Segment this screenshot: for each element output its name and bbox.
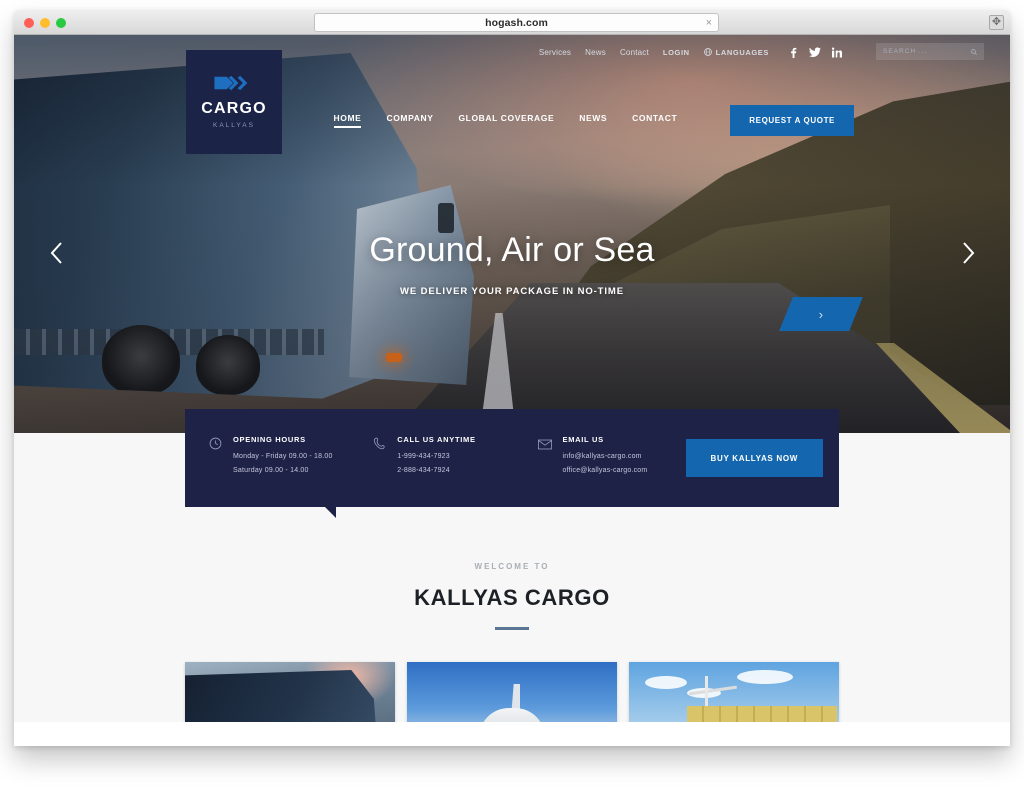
title-divider xyxy=(495,627,529,630)
chevron-right-icon: › xyxy=(818,306,824,322)
info-line-phone-1[interactable]: 1-999-434-7923 xyxy=(397,453,475,460)
page-body: OPENING HOURS Monday - Friday 09.00 - 18… xyxy=(14,409,1010,746)
cloud xyxy=(737,670,793,684)
close-window-button[interactable] xyxy=(24,18,34,28)
info-column-email-us: EMAIL US info@kallyas-cargo.com office@k… xyxy=(537,435,686,481)
info-line-email-2[interactable]: office@kallyas-cargo.com xyxy=(563,467,648,474)
nav-item-news[interactable]: NEWS xyxy=(579,113,607,128)
welcome-section: WELCOME TO KALLYAS CARGO xyxy=(14,562,1010,630)
hero-copy: Ground, Air or Sea WE DELIVER YOUR PACKA… xyxy=(14,231,1010,297)
top-link-news[interactable]: News xyxy=(585,48,606,57)
clock-icon xyxy=(209,435,222,481)
close-icon[interactable]: × xyxy=(706,16,712,30)
site-logo[interactable]: CARGO KALLYAS xyxy=(186,50,282,154)
phone-icon xyxy=(373,435,386,481)
hero-title: Ground, Air or Sea xyxy=(369,231,655,269)
request-a-quote-button[interactable]: REQUEST A QUOTE xyxy=(730,104,854,136)
social-links xyxy=(789,46,842,58)
url-text: hogash.com xyxy=(485,16,548,29)
hero-cta-button[interactable]: › xyxy=(779,297,863,331)
info-title-opening-hours: OPENING HOURS xyxy=(233,435,306,444)
minimize-window-button[interactable] xyxy=(40,18,50,28)
envelope-icon xyxy=(537,435,552,481)
resize-widget-icon[interactable]: ✥ xyxy=(989,15,1004,30)
cargo-arrow-logo-icon xyxy=(214,75,248,91)
twitter-icon[interactable] xyxy=(809,46,821,58)
cloud xyxy=(645,676,687,689)
globe-icon xyxy=(703,48,712,56)
login-link[interactable]: LOGIN xyxy=(663,48,690,57)
nav-item-company[interactable]: COMPANY xyxy=(386,113,433,128)
slider-next-button[interactable] xyxy=(950,235,986,271)
zoom-window-button[interactable] xyxy=(56,18,66,28)
top-link-contact[interactable]: Contact xyxy=(620,48,649,57)
crane-mast xyxy=(705,676,708,710)
languages-label: LANGUAGES xyxy=(715,47,769,57)
logo-tagline: KALLYAS xyxy=(213,122,255,129)
languages-selector[interactable]: LANGUAGES xyxy=(703,47,769,57)
info-title-call-us: CALL US ANYTIME xyxy=(397,435,476,444)
hero-subtitle: WE DELIVER YOUR PACKAGE IN NO-TIME xyxy=(400,286,624,297)
browser-chrome-bar: hogash.com × ✥ xyxy=(14,10,1010,35)
page-viewport: Services News Contact LOGIN LANGUAGES SE… xyxy=(14,35,1010,746)
info-line-phone-2[interactable]: 2-888-434-7924 xyxy=(397,467,475,474)
browser-window: hogash.com × ✥ Services News Contact LOG… xyxy=(14,10,1010,746)
logo-name: CARGO xyxy=(201,100,267,117)
address-bar[interactable]: hogash.com × xyxy=(314,13,719,32)
info-line-hours-weekday: Monday - Friday 09.00 - 18.00 xyxy=(233,453,333,460)
top-link-services[interactable]: Services xyxy=(539,48,571,57)
info-line-hours-saturday: Saturday 09.00 - 14.00 xyxy=(233,467,309,474)
facebook-icon[interactable] xyxy=(789,47,798,58)
info-title-email-us: EMAIL US xyxy=(562,435,604,444)
hero-slider: Services News Contact LOGIN LANGUAGES SE… xyxy=(14,35,1010,433)
top-utility-bar: Services News Contact LOGIN LANGUAGES xyxy=(14,35,1010,69)
window-controls xyxy=(24,18,66,28)
page-title: KALLYAS CARGO xyxy=(414,585,610,610)
welcome-kicker: WELCOME TO xyxy=(474,562,550,571)
nav-item-home[interactable]: HOME xyxy=(333,113,362,128)
linkedin-icon[interactable] xyxy=(832,47,842,58)
chevron-right-icon xyxy=(962,242,974,264)
info-line-email-1[interactable]: info@kallyas-cargo.com xyxy=(563,453,648,460)
nav-item-global-coverage[interactable]: GLOBAL COVERAGE xyxy=(458,113,554,128)
buy-kallyas-now-button[interactable]: BUY KALLYAS NOW xyxy=(685,439,824,477)
slider-prev-button[interactable] xyxy=(38,235,74,271)
chevron-left-icon xyxy=(50,242,62,264)
info-column-opening-hours: OPENING HOURS Monday - Friday 09.00 - 18… xyxy=(209,435,373,481)
page-bottom xyxy=(14,722,1010,746)
contact-info-bar: OPENING HOURS Monday - Friday 09.00 - 18… xyxy=(185,409,839,518)
info-column-call-us: CALL US ANYTIME 1-999-434-7923 2-888-434… xyxy=(373,435,537,481)
main-navigation: HOME COMPANY GLOBAL COVERAGE NEWS CONTAC… xyxy=(14,97,1010,143)
nav-item-contact[interactable]: CONTACT xyxy=(632,113,677,128)
